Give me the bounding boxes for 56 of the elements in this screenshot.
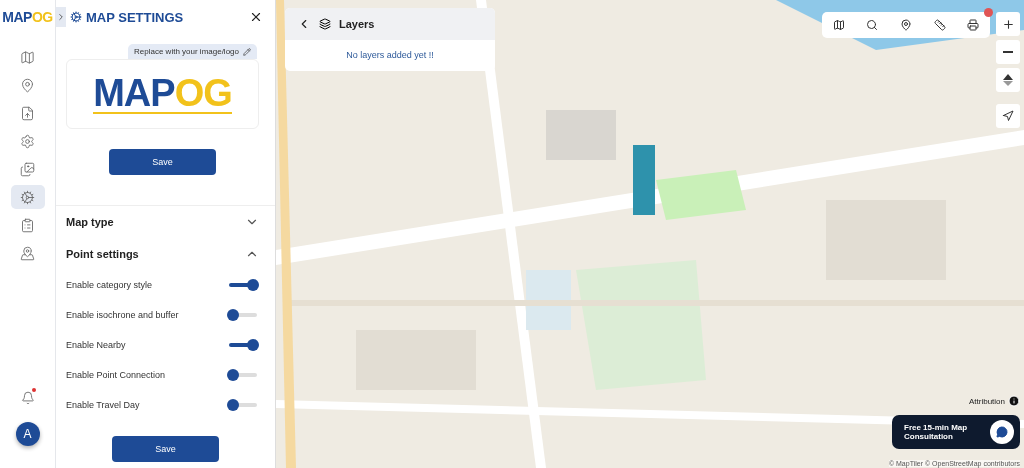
panel-title: MAP SETTINGS [86,9,185,25]
file-upload-icon [20,105,35,121]
settings-icon [70,11,82,23]
section-header[interactable]: Map type [56,206,275,238]
chevron-right-icon [56,12,66,22]
images-icon [20,161,35,177]
bell-icon [20,391,35,405]
toggle-label: Enable Nearby [66,340,126,350]
ruler-icon [933,19,946,31]
pin-button[interactable] [900,19,912,31]
printer-icon [967,19,980,31]
toggle-label: Enable Point Connection [66,370,166,380]
section-header[interactable]: Point settings [56,238,275,270]
search-icon [866,19,879,31]
toggle-switch[interactable] [227,279,259,291]
toggle-switch[interactable] [227,399,259,411]
save-button[interactable]: Save [112,436,219,462]
zoom-out-button[interactable] [996,40,1020,64]
nav-button[interactable] [10,185,45,209]
pin-icon [20,77,35,93]
user-avatar[interactable]: A [15,422,40,446]
cog-icon [20,189,35,205]
map-button[interactable] [832,19,845,31]
toggle-label: Enable category style [66,280,153,290]
attribution-link[interactable]: Attribution [968,396,1005,406]
map-pin-icon [20,245,35,261]
toggle-label: Enable Travel Day [66,400,140,410]
toggle-switch[interactable] [227,369,259,381]
gear-icon [20,133,35,149]
zoom-in-button[interactable] [996,12,1020,36]
pin-icon [900,19,912,31]
layers-icon [319,18,331,30]
map-icon [832,19,845,31]
layers-title: Layers [339,18,375,30]
logo-image: MAPOG [93,74,232,114]
brand-logo[interactable]: MAPOG [2,0,53,34]
print-button[interactable] [967,19,980,31]
info-icon [1008,395,1020,407]
navigation-arrow-icon [1002,110,1014,122]
search-button[interactable] [866,19,879,31]
chat-icon [996,426,1008,438]
locate-button[interactable] [996,104,1020,128]
plus-icon [1001,17,1015,31]
tilt-icon [1003,74,1013,86]
pitch-button[interactable] [996,68,1020,92]
pencil-icon [243,47,251,56]
toggle-switch[interactable] [227,309,259,321]
empty-message: No layers added yet !! [345,50,435,60]
replace-logo-button[interactable]: Replace with your image/logo [128,44,257,59]
map-icon [20,49,35,65]
toggle-switch[interactable] [227,339,259,351]
ruler-button[interactable] [933,19,946,31]
toggle-label: Enable isochrone and buffer [66,310,179,320]
clipboard-icon [20,217,35,233]
consultation-button[interactable]: Free 15-min Map Consultation [892,415,1020,449]
save-button[interactable]: Save [109,149,216,175]
